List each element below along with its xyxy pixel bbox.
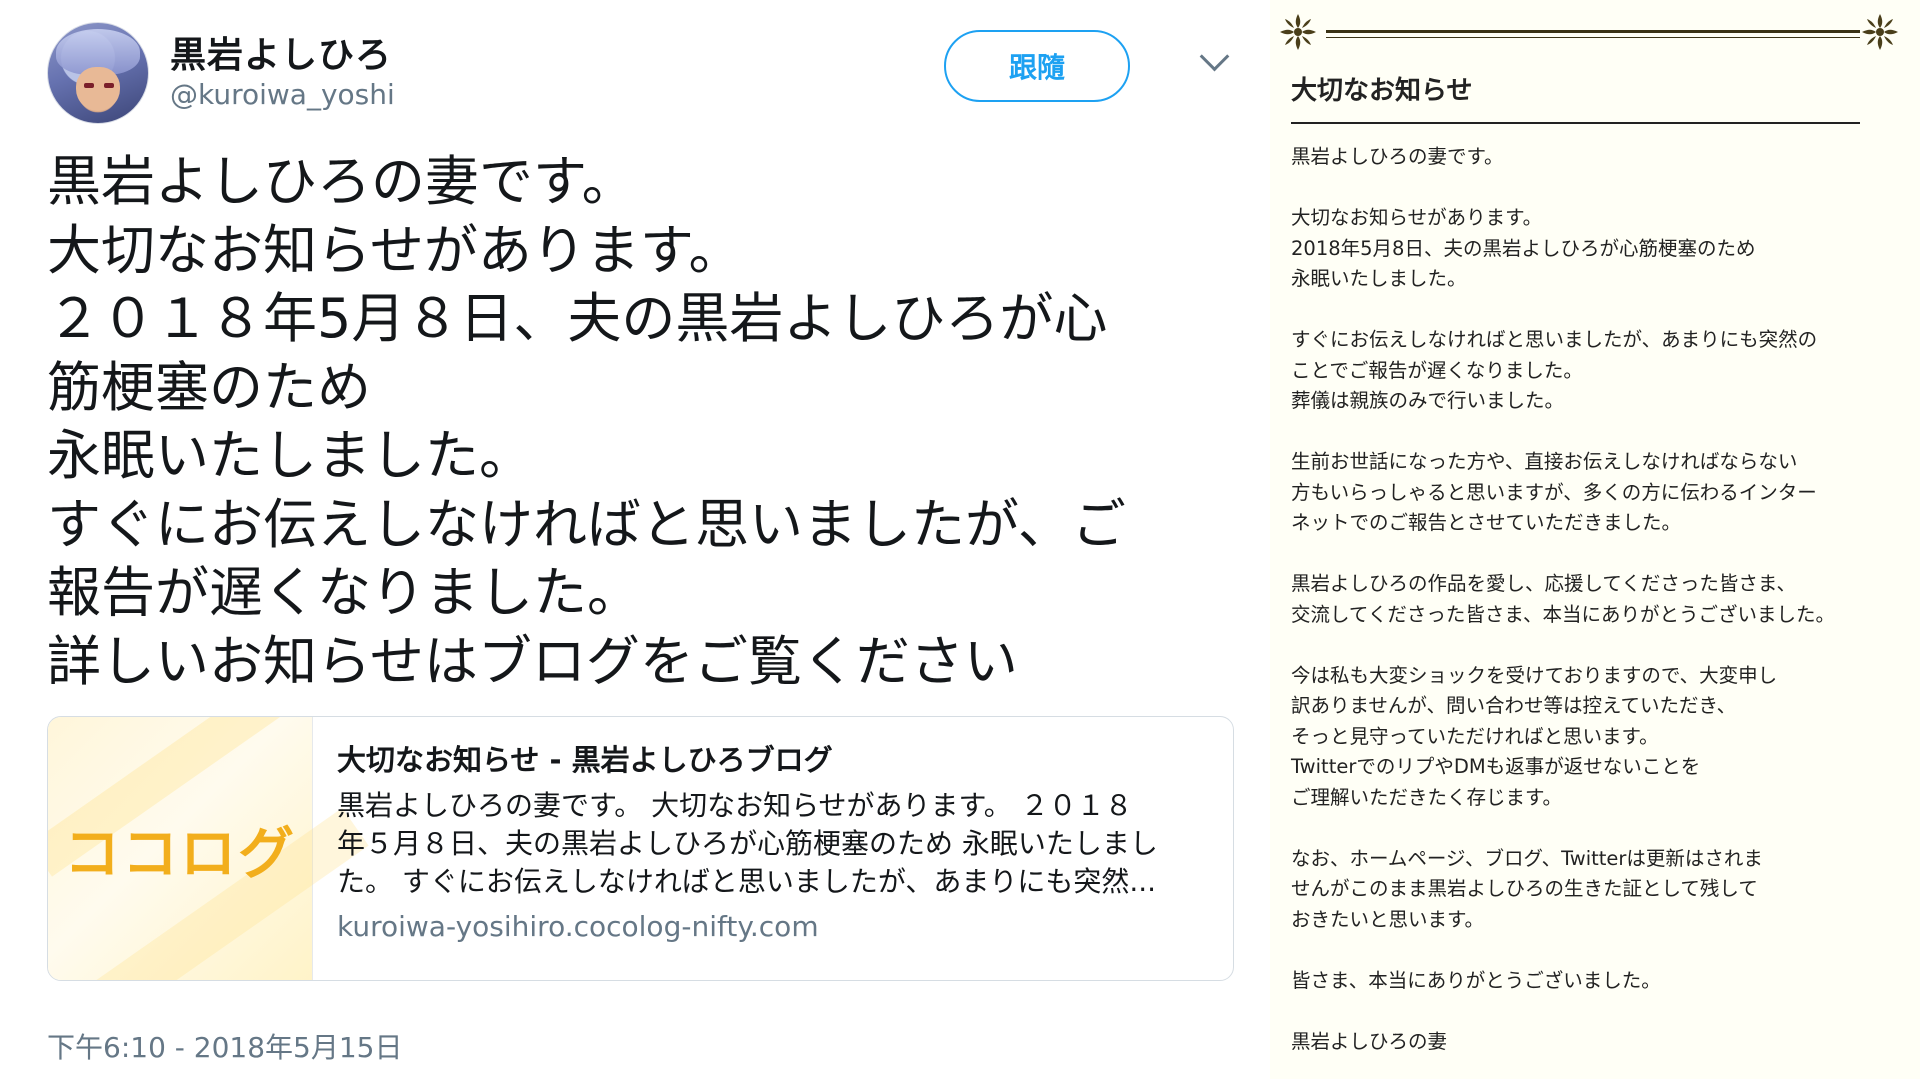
avatar-eye <box>84 83 94 88</box>
chevron-down-icon[interactable] <box>1199 41 1230 72</box>
tweet-text-line: 永眠いたしました。 <box>47 424 533 487</box>
tweet-text-line: 黒岩よしひろの妻です。 <box>47 150 636 213</box>
tweet-timestamp[interactable]: 下午6:10 - 2018年5月15日 <box>47 1026 402 1066</box>
blog-body-line: 今は私も大変ショックを受けておりますので、大変申し <box>1291 663 1778 687</box>
blog-panel: 大切なお知らせ 黒岩よしひろの妻です。大切なお知らせがあります。 2018年5月8… <box>1270 0 1920 1079</box>
avatar-face <box>76 67 120 111</box>
blog-post-title[interactable]: 大切なお知らせ <box>1291 70 1472 107</box>
tweet-text-line: すぐにお伝えしなければと思いましたが、ご <box>47 492 1126 556</box>
fleur-ornament-icon <box>1280 14 1316 50</box>
blog-body-line <box>1291 295 1891 326</box>
blog-body-line: 交流してくださった皆さま、本当にありがとうございました。 <box>1291 602 1836 626</box>
tweet-panel: 黒岩よしひろ @kuroiwa_yoshi 跟隨 黒岩よしひろの妻です。 大切な… <box>0 0 1250 1079</box>
blog-title-rule <box>1291 122 1860 124</box>
tweet-text-line: 詳しいお知らせはブログをご覧ください <box>47 629 1018 693</box>
blog-post-body: 黒岩よしひろの妻です。大切なお知らせがあります。 2018年5月8日、夫の黒岩よし… <box>1291 142 1891 1057</box>
fleur-ornament-icon <box>1862 14 1898 50</box>
blog-body-line: 生前お世話になった方や、直接お伝えしなければならない <box>1291 450 1798 473</box>
user-handle[interactable]: @kuroiwa_yoshi <box>170 78 395 111</box>
blog-body-line <box>1291 173 1891 204</box>
blog-body-line: 葬儀は親族のみで行いました。 <box>1291 389 1565 412</box>
card-url[interactable]: kuroiwa-yosihiro.cocolog-nifty.com <box>337 910 819 943</box>
display-name[interactable]: 黒岩よしひろ <box>170 26 392 78</box>
blog-body-line <box>1291 813 1891 844</box>
avatar[interactable] <box>47 22 149 124</box>
tweet-text-line: 大切なお知らせがあります。 <box>47 218 743 282</box>
blog-body-line: 方もいらっしゃると思いますが、多くの方に伝わるインター <box>1291 480 1817 504</box>
tweet-text: 黒岩よしひろの妻です。 大切なお知らせがあります。 ２０１８年5月８日、夫の黒岩… <box>47 148 1227 696</box>
avatar-eye <box>104 83 114 88</box>
blog-body-line: 永眠いたしました。 <box>1291 267 1467 290</box>
blog-body-line: せんがこのまま黒岩よしひろの生きた証として残して <box>1291 877 1758 900</box>
blog-body-line: すぐにお伝えしなければと思いましたが、あまりにも突然の <box>1291 328 1818 351</box>
blog-body-line: 黒岩よしひろの妻 <box>1291 1029 1448 1053</box>
blog-body-line: ことでご報告が遅くなりました。 <box>1291 358 1583 382</box>
cocolog-logo: ココログ <box>64 822 296 887</box>
blog-body-line <box>1291 935 1891 966</box>
blog-body-line <box>1291 539 1891 570</box>
blog-body-line: 訳ありませんが、問い合わせ等は控えていただき、 <box>1291 694 1737 717</box>
blog-body-line: ネットでのご報告とさせていただきました。 <box>1291 511 1682 534</box>
blog-body-line: 黒岩よしひろの妻です。 <box>1291 145 1504 168</box>
blog-body-line: おきたいと思います。 <box>1291 907 1485 931</box>
card-description: 黒岩よしひろの妻です。 大切なお知らせがあります。 ２０１８ 年５月８日、夫の黒… <box>337 787 1212 901</box>
blog-body-line: TwitterでのリプやDMも返事が返せないことを <box>1291 755 1701 778</box>
card-title[interactable]: 大切なお知らせ - 黒岩よしひろブログ <box>337 737 833 779</box>
blog-body-line: なお、ホームページ、ブログ、Twitterは更新はされま <box>1291 846 1763 870</box>
card-thumbnail[interactable]: ココログ <box>48 717 369 980</box>
card-description-line: た。 すぐにお伝えしなければと思いましたが、あまりにも突然... <box>337 865 1157 898</box>
follow-button[interactable]: 跟隨 <box>944 30 1130 102</box>
card-description-line: 黒岩よしひろの妻です。 大切なお知らせがあります。 ２０１８ <box>337 789 1133 822</box>
tweet-text-line: 筋梗塞のため <box>47 355 371 419</box>
blog-body-line <box>1291 996 1891 1027</box>
link-card[interactable]: ココログ 大切なお知らせ - 黒岩よしひろブログ 黒岩よしひろの妻です。 大切な… <box>47 716 1234 981</box>
blog-body-line: 黒岩よしひろの作品を愛し、応援してくださった皆さま、 <box>1291 572 1797 595</box>
ornament-rule <box>1326 37 1860 38</box>
tweet-text-line: ２０１８年5月８日、夫の黒岩よしひろが心 <box>47 287 1108 350</box>
card-description-line: 年５月８日、夫の黒岩よしひろが心筋梗塞のため 永眠いたしまし <box>337 827 1158 860</box>
blog-body-line: ご理解いただきたく存じます。 <box>1291 785 1563 809</box>
blog-body-line: 2018年5月8日、夫の黒岩よしひろが心筋梗塞のため <box>1291 236 1756 260</box>
blog-body-line: そっと見守っていただければと思います。 <box>1291 724 1659 748</box>
ornament-rule <box>1326 30 1860 33</box>
blog-body-line: 大切なお知らせがあります。 <box>1291 206 1543 229</box>
blog-body-line <box>1291 630 1891 661</box>
blog-body-line: 皆さま、本当にありがとうございました。 <box>1291 968 1661 992</box>
tweet-text-line: 報告が遅くなりました。 <box>47 561 641 624</box>
blog-body-line <box>1291 417 1891 448</box>
